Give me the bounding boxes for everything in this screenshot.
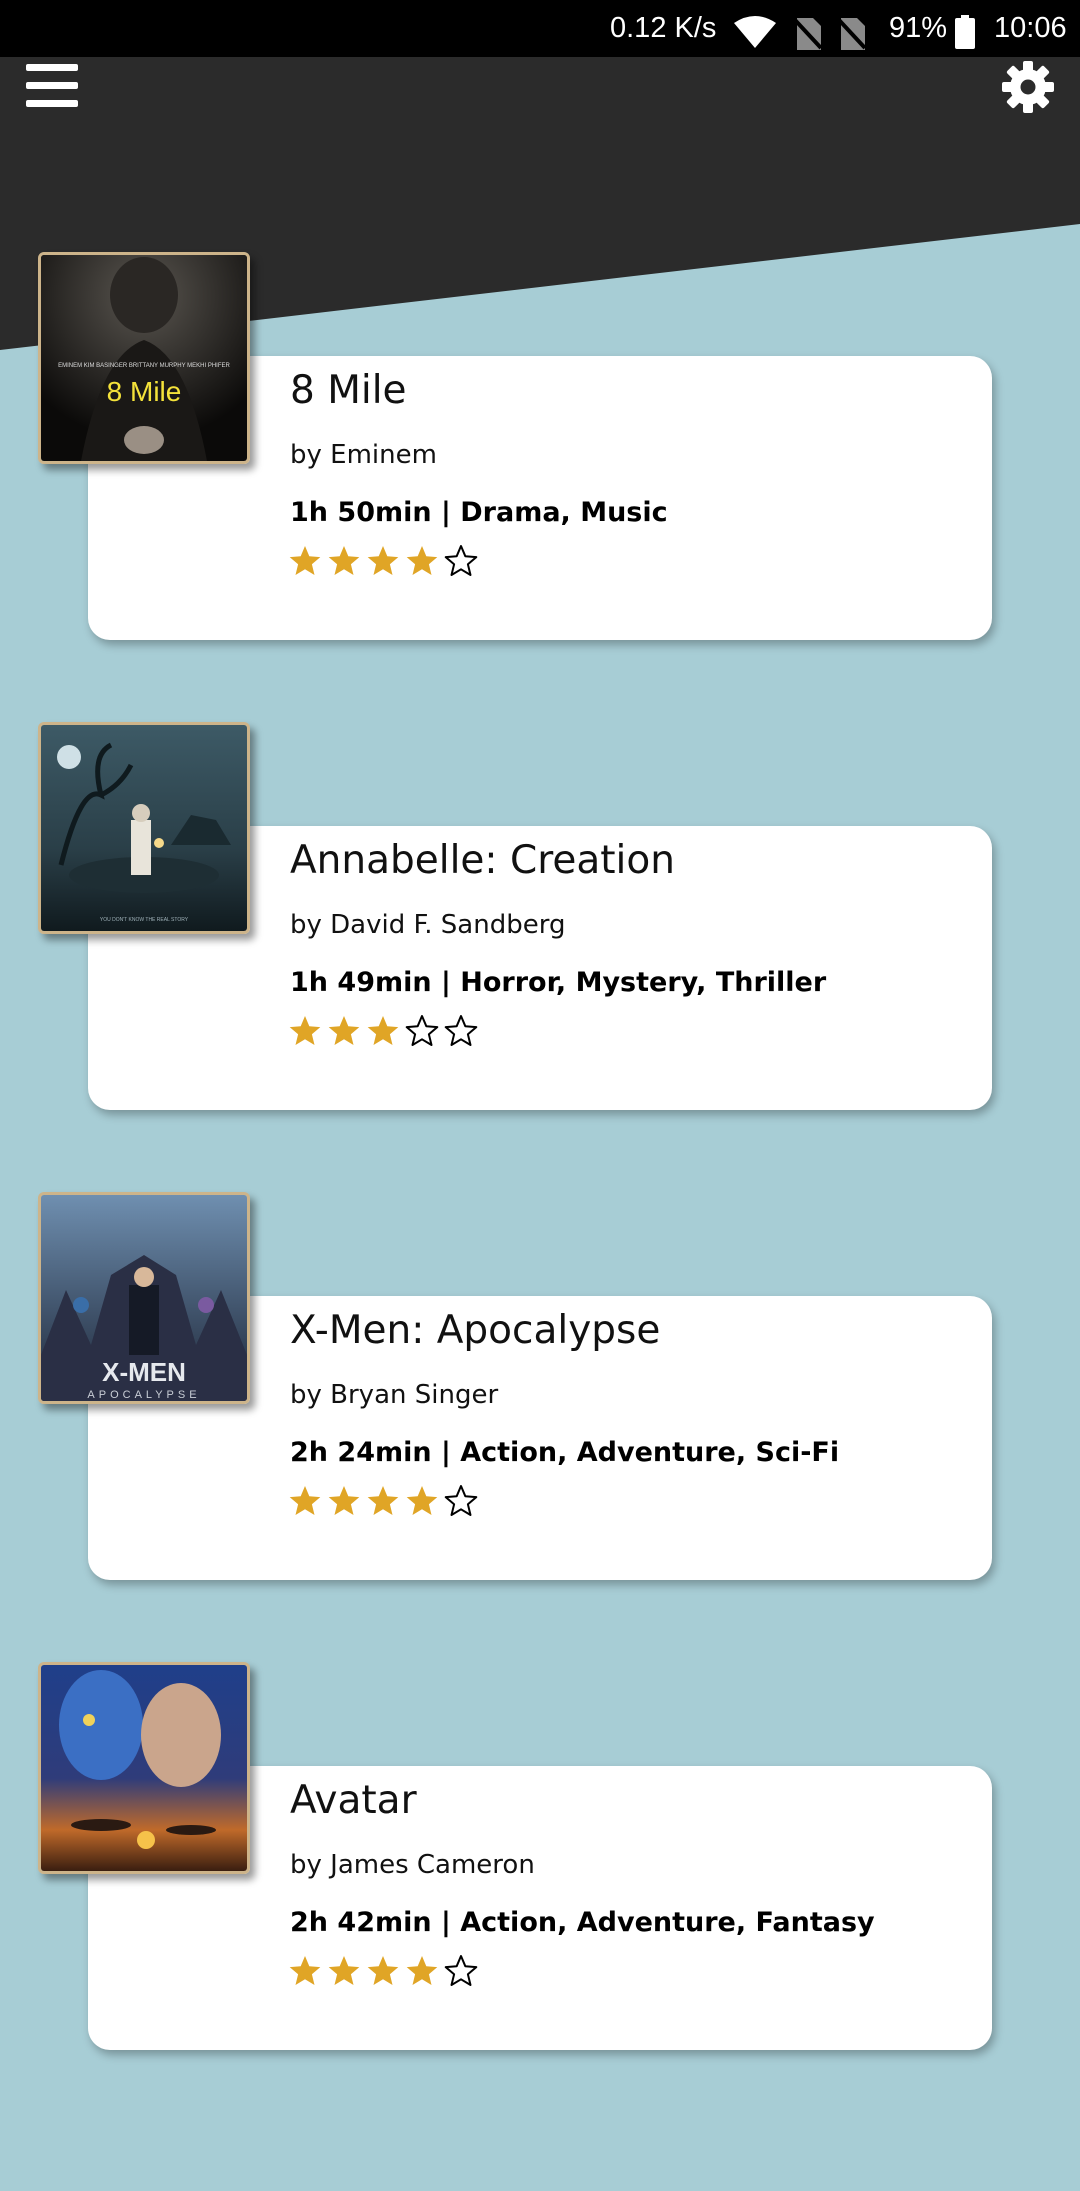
- hamburger-menu-icon[interactable]: [26, 62, 78, 108]
- movie-list-item[interactable]: YOU DON'T KNOW THE REAL STORY Annabelle:…: [0, 722, 1080, 1142]
- movie-director: by David F. Sandberg: [290, 910, 566, 940]
- no-sim-icon: [837, 13, 867, 50]
- movie-director: by Bryan Singer: [290, 1380, 499, 1410]
- star-filled-icon: [367, 1486, 399, 1515]
- movie-duration-genres: 1h 49min | Horror, Mystery, Thriller: [290, 967, 827, 998]
- movie-duration-genres: 2h 24min | Action, Adventure, Sci-Fi: [290, 1437, 840, 1468]
- battery-percent: 91%: [889, 12, 948, 44]
- clock: 10:06: [994, 12, 1067, 44]
- star-filled-icon: [367, 1016, 399, 1045]
- star-filled-icon: [367, 546, 399, 575]
- star-empty-icon: [444, 1015, 478, 1046]
- star-filled-icon: [289, 1956, 321, 1985]
- svg-text:YOU DON'T KNOW THE REAL STORY: YOU DON'T KNOW THE REAL STORY: [100, 917, 189, 923]
- movie-poster[interactable]: [38, 1662, 250, 1874]
- gear-icon[interactable]: [1001, 60, 1055, 114]
- status-bar: 0.12 K/s 91% 10:06: [0, 0, 1080, 57]
- star-empty-icon: [405, 1015, 439, 1046]
- movie-list-item[interactable]: X-MEN APOCALYPSE X-Men: Apocalypse by Br…: [0, 1192, 1080, 1612]
- star-empty-icon: [444, 1485, 478, 1516]
- star-filled-icon: [367, 1956, 399, 1985]
- movie-poster[interactable]: EMINEM KIM BASINGER BRITTANY MURPHY MEKH…: [38, 252, 250, 464]
- movie-title: Annabelle: Creation: [290, 838, 675, 883]
- movie-director: by Eminem: [290, 440, 437, 470]
- movie-poster[interactable]: X-MEN APOCALYPSE: [38, 1192, 250, 1404]
- star-filled-icon: [328, 1486, 360, 1515]
- no-sim-icon: [793, 13, 823, 50]
- star-rating: [288, 1954, 478, 1994]
- movie-list-item[interactable]: EMINEM KIM BASINGER BRITTANY MURPHY MEKH…: [0, 252, 1080, 672]
- movie-duration-genres: 2h 42min | Action, Adventure, Fantasy: [290, 1907, 875, 1938]
- poster-title-text: X-MEN: [102, 1357, 186, 1387]
- star-rating: [288, 544, 478, 584]
- star-filled-icon: [328, 546, 360, 575]
- movie-director: by James Cameron: [290, 1850, 535, 1880]
- movie-title: 8 Mile: [290, 368, 407, 413]
- poster-title-text: 8 Mile: [107, 376, 182, 407]
- star-filled-icon: [328, 1016, 360, 1045]
- network-speed: 0.12 K/s: [610, 12, 717, 44]
- movie-list-item[interactable]: Avatar by James Cameron 2h 42min | Actio…: [0, 1662, 1080, 2082]
- svg-text:EMINEM KIM BASINGER BRITTA: EMINEM KIM BASINGER BRITTANY MURPHY MEKH…: [58, 363, 230, 369]
- star-empty-icon: [444, 1955, 478, 1986]
- star-filled-icon: [289, 1486, 321, 1515]
- movie-poster[interactable]: YOU DON'T KNOW THE REAL STORY: [38, 722, 250, 934]
- star-empty-icon: [444, 545, 478, 576]
- star-rating: [288, 1484, 478, 1524]
- star-filled-icon: [289, 546, 321, 575]
- star-filled-icon: [406, 546, 438, 575]
- star-filled-icon: [406, 1486, 438, 1515]
- movie-title: X-Men: Apocalypse: [290, 1308, 661, 1353]
- poster-subtitle-text: APOCALYPSE: [87, 1389, 200, 1401]
- star-rating: [288, 1014, 478, 1054]
- movie-duration-genres: 1h 50min | Drama, Music: [290, 497, 668, 528]
- movie-title: Avatar: [290, 1778, 417, 1823]
- battery-icon: [955, 12, 975, 49]
- star-filled-icon: [328, 1956, 360, 1985]
- wifi-icon: [733, 12, 777, 48]
- star-filled-icon: [406, 1956, 438, 1985]
- star-filled-icon: [289, 1016, 321, 1045]
